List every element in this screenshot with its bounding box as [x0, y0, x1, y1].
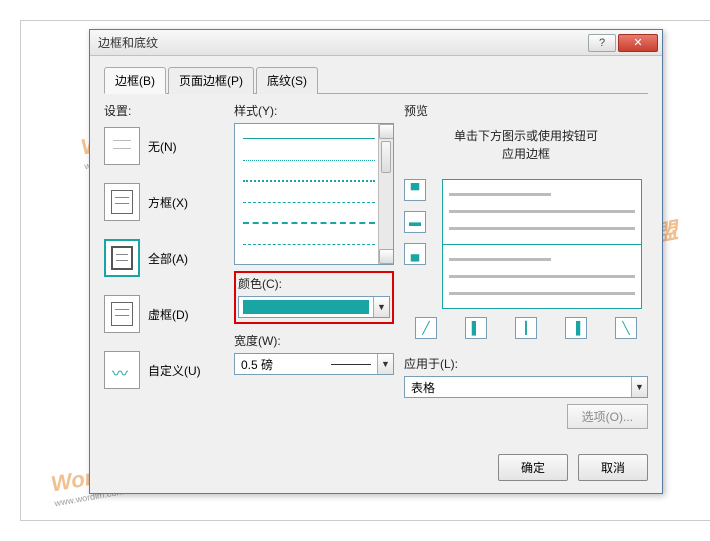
- apply-to-combo[interactable]: 表格 ▼: [404, 376, 648, 398]
- border-diag2-button[interactable]: ╲: [615, 317, 637, 339]
- outer-frame: Word联盟www.wordlm.com Word联盟www.wordlm.co…: [20, 20, 710, 521]
- chevron-down-icon[interactable]: ▼: [373, 297, 389, 317]
- tabstrip: 边框(B) 页面边框(P) 底纹(S): [104, 66, 648, 94]
- tab-shading[interactable]: 底纹(S): [256, 67, 318, 94]
- tab-page-border[interactable]: 页面边框(P): [168, 67, 254, 94]
- settings-label: 设置:: [104, 102, 224, 119]
- dialog-borders-shading: 边框和底纹 ? ✕ 边框(B) 页面边框(P) 底纹(S) 设置: 无(N): [89, 29, 663, 494]
- color-swatch: [243, 300, 369, 314]
- help-button[interactable]: ?: [588, 34, 616, 52]
- preview-label: 预览: [404, 102, 648, 119]
- tab-borders[interactable]: 边框(B): [104, 67, 166, 94]
- chevron-down-icon[interactable]: ▼: [631, 377, 647, 397]
- options-button[interactable]: 选项(O)...: [567, 404, 648, 429]
- scroll-thumb[interactable]: [381, 141, 391, 173]
- border-bottom-button[interactable]: ▄: [404, 243, 426, 265]
- setting-all[interactable]: 全部(A): [104, 239, 224, 277]
- titlebar[interactable]: 边框和底纹 ? ✕: [90, 30, 662, 56]
- ok-button[interactable]: 确定: [498, 454, 568, 481]
- scroll-up-icon[interactable]: ▲: [379, 124, 394, 139]
- highlight-box: 颜色(C): ▼: [234, 271, 394, 324]
- color-label: 颜色(C):: [238, 275, 390, 292]
- setting-grid[interactable]: 虚框(D): [104, 295, 224, 333]
- preview-sample[interactable]: [442, 179, 642, 309]
- border-diag1-button[interactable]: ╱: [415, 317, 437, 339]
- apply-to-label: 应用于(L):: [404, 355, 648, 372]
- border-vmid-button[interactable]: ┃: [515, 317, 537, 339]
- dialog-title: 边框和底纹: [98, 34, 158, 51]
- style-scrollbar[interactable]: ▲ ▼: [378, 124, 393, 264]
- width-combo[interactable]: 0.5 磅 ▼: [234, 353, 394, 375]
- style-listbox[interactable]: ▲ ▼: [234, 123, 394, 265]
- close-button[interactable]: ✕: [618, 34, 658, 52]
- chevron-down-icon[interactable]: ▼: [377, 354, 393, 374]
- setting-custom[interactable]: 自定义(U): [104, 351, 224, 389]
- scroll-down-icon[interactable]: ▼: [379, 249, 394, 264]
- color-combo[interactable]: ▼: [238, 296, 390, 318]
- style-label: 样式(Y):: [234, 102, 394, 119]
- setting-box[interactable]: 方框(X): [104, 183, 224, 221]
- border-top-button[interactable]: ▀: [404, 179, 426, 201]
- border-right-button[interactable]: ▐: [565, 317, 587, 339]
- setting-none[interactable]: 无(N): [104, 127, 224, 165]
- cancel-button[interactable]: 取消: [578, 454, 648, 481]
- preview-hint: 单击下方图示或使用按钮可应用边框: [404, 127, 648, 163]
- border-hmid-button[interactable]: ▬: [404, 211, 426, 233]
- preview-area: ▀ ▬ ▄ ╱ ▌ ┃ ▐: [404, 179, 648, 309]
- border-left-button[interactable]: ▌: [465, 317, 487, 339]
- width-label: 宽度(W):: [234, 332, 394, 349]
